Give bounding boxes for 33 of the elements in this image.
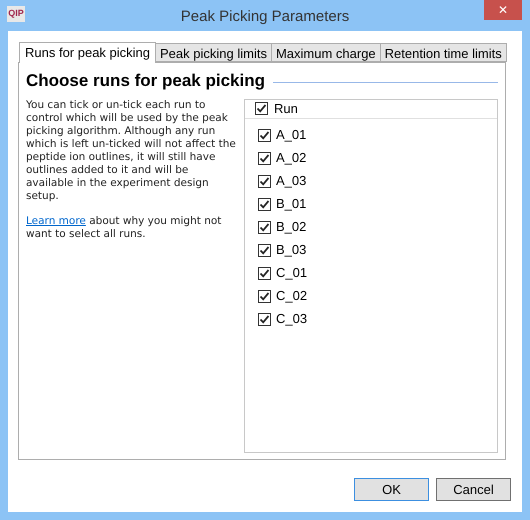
run-label: A_03 — [276, 172, 306, 190]
run-label: B_02 — [276, 218, 306, 236]
checkbox[interactable] — [258, 244, 271, 256]
checkbox[interactable] — [258, 198, 271, 210]
app-logo: QIP — [7, 6, 25, 22]
run-label: A_01 — [276, 126, 306, 144]
tab[interactable]: Peak picking limits — [156, 43, 272, 62]
run-label: B_03 — [276, 241, 306, 260]
checkbox[interactable] — [258, 152, 271, 164]
run-label: B_01 — [276, 195, 306, 214]
tab[interactable]: Retention time limits — [380, 43, 507, 62]
checkbox[interactable] — [258, 220, 271, 234]
column-header[interactable]: Run — [274, 98, 298, 118]
learn-more-link[interactable]: Learn more — [26, 214, 86, 226]
checkbox[interactable] — [258, 290, 271, 302]
tab[interactable]: Maximum charge — [272, 43, 381, 62]
window-title: Peak Picking Parameters — [180, 7, 350, 27]
dialog-button[interactable]: Cancel — [436, 478, 511, 501]
run-label: C_03 — [276, 310, 308, 328]
run-label: C_02 — [276, 287, 308, 306]
checkbox[interactable] — [258, 312, 271, 326]
section-heading: Choose runs for peak picking — [26, 70, 265, 92]
checkbox[interactable] — [258, 174, 271, 188]
close-button[interactable]: ✕ — [484, 0, 522, 20]
checkbox[interactable] — [258, 128, 271, 142]
checkbox[interactable] — [255, 102, 268, 115]
description-text: You can tick or un-tick each run to control which will be used by the peak picking algorithm. Although any run which is left un-ticked will not affect the peptide ion outlines, it will still have outlines added to it and will be available in the experiment design setup. — [26, 98, 237, 202]
run-label: C_01 — [276, 264, 308, 282]
checkbox[interactable] — [258, 266, 271, 280]
learn-more-text: Learn more about why you might not want to select all runs. — [26, 214, 222, 240]
run-label: A_02 — [276, 149, 306, 168]
dialog-button[interactable]: OK — [354, 478, 429, 501]
tab[interactable]: Runs for peak picking — [19, 42, 156, 63]
